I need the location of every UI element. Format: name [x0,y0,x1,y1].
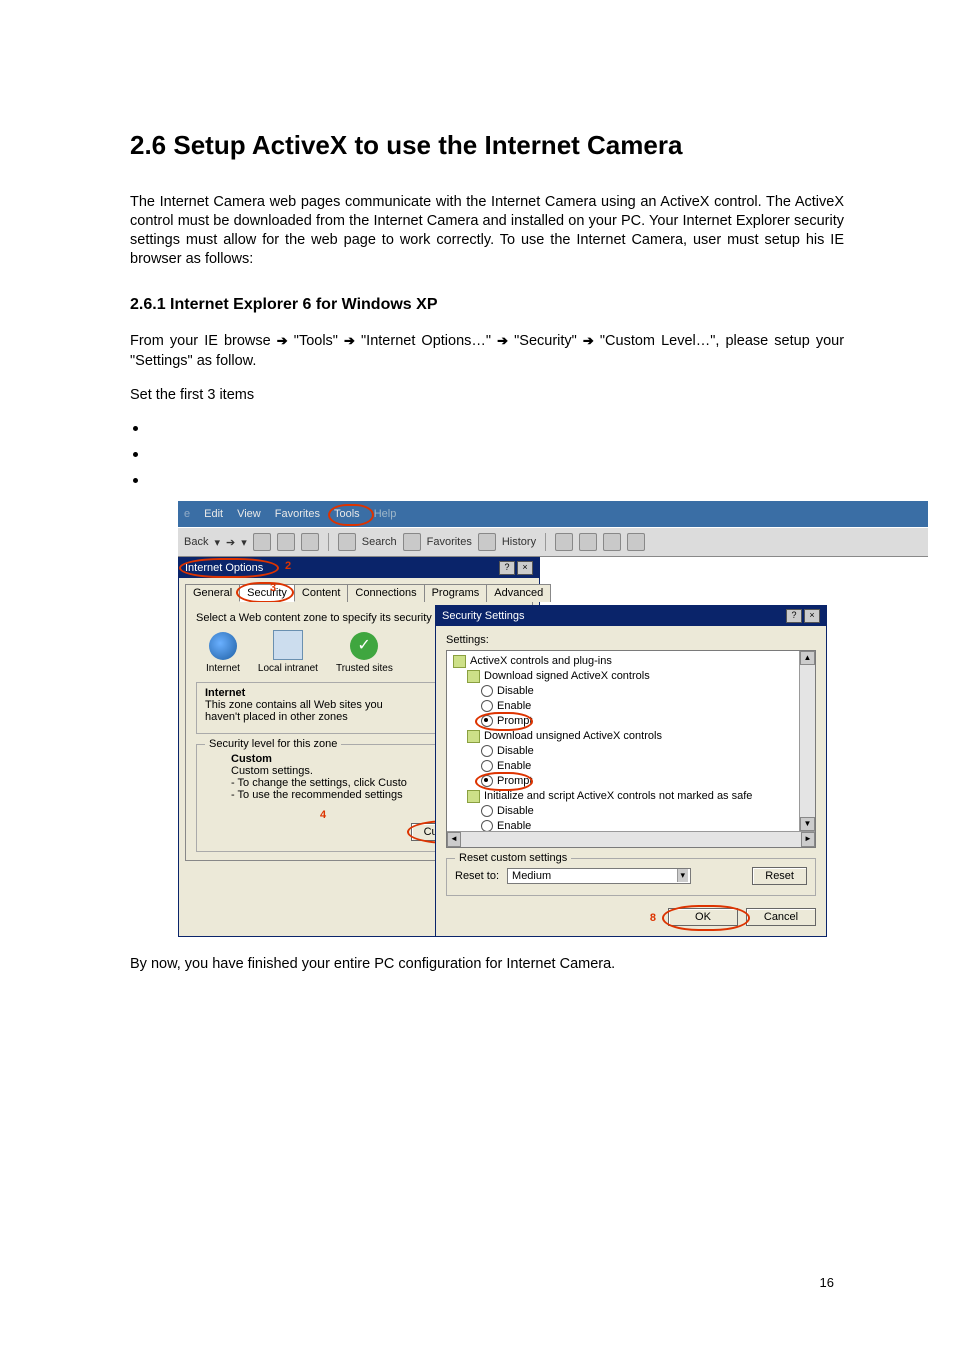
toolbar-history[interactable]: History [502,536,536,548]
tab-connections[interactable]: Connections [347,584,424,602]
search-icon[interactable] [338,533,356,551]
reset-to-label: Reset to: [455,870,499,882]
gear-icon [467,790,480,803]
scroll-left-icon[interactable]: ◄ [447,832,461,847]
list-item: Download signed ActiveX controls [484,670,650,682]
gear-icon [467,670,480,683]
subsection-heading: 2.6.1 Internet Explorer 6 for Windows XP [130,296,844,314]
intranet-icon [273,630,303,660]
zone-internet[interactable]: Internet [206,632,240,674]
menu-favorites[interactable]: Favorites [275,508,320,520]
radio-icon[interactable] [481,805,493,817]
screenshot: e Edit View Favorites Tools Help Back ▾➔… [178,501,928,937]
option-enable: Enable [497,760,531,772]
radio-icon[interactable] [481,685,493,697]
scroll-down-icon[interactable]: ▼ [800,817,815,831]
menu-edit[interactable]: Edit [204,508,223,520]
tab-strip: General Security Content Connections Pro… [179,578,539,602]
nav-part-b: "Tools" [294,333,344,349]
list-item: Download unsigned ActiveX controls [484,730,662,742]
home-icon[interactable] [301,533,319,551]
trusted-icon [350,632,378,660]
edit-icon[interactable] [603,533,621,551]
bullet-list [136,413,844,491]
security-settings-dialog: Security Settings ? × Settings: ActiveX … [435,605,827,937]
arrow-icon: ➔ [277,333,288,348]
settings-listbox[interactable]: ActiveX controls and plug-ins Download s… [446,650,816,848]
help-button[interactable]: ? [499,561,515,575]
toolbar-back[interactable]: Back [184,536,208,548]
favorites-icon[interactable] [403,533,421,551]
option-disable: Disable [497,685,534,697]
nav-part-a: From your IE browse [130,333,277,349]
reset-to-select[interactable]: Medium [507,868,691,884]
radio-icon[interactable] [481,760,493,772]
callout-3: 3 [270,582,276,594]
zone-intranet[interactable]: Local intranet [258,630,318,674]
security-level-label: Security level for this zone [205,738,341,750]
zone-label: Local intranet [258,663,318,674]
bullet-item [150,465,844,491]
option-disable: Disable [497,805,534,817]
gear-icon [467,730,480,743]
reset-button[interactable]: Reset [752,867,807,885]
dialog-title: Security Settings [442,610,525,622]
callout-4: 4 [320,809,326,821]
print-icon[interactable] [579,533,597,551]
closing-paragraph: By now, you have finished your entire PC… [130,955,844,975]
ie-toolbar: Back ▾➔▾ Search Favorites History [178,527,928,557]
close-button[interactable]: × [804,609,820,623]
zone-trusted[interactable]: Trusted sites [336,632,393,674]
toolbar-favorites[interactable]: Favorites [427,536,472,548]
vertical-scrollbar[interactable]: ▲ ▼ [799,651,815,831]
scroll-up-icon[interactable]: ▲ [800,651,815,665]
tab-advanced[interactable]: Advanced [486,584,551,602]
radio-icon[interactable] [481,745,493,757]
menu-help[interactable]: Help [374,508,397,520]
callout-8: 8 [650,912,656,924]
ie-menubar: e Edit View Favorites Tools Help [178,501,928,527]
nav-instruction: From your IE browse ➔ "Tools" ➔ "Interne… [130,332,844,371]
globe-icon [209,632,237,660]
scroll-right-icon[interactable]: ► [801,832,815,847]
option-enable: Enable [497,700,531,712]
history-icon[interactable] [478,533,496,551]
radio-icon[interactable] [481,700,493,712]
reset-group-label: Reset custom settings [455,852,571,864]
arrow-icon: ➔ [583,333,594,348]
nav-part-c: "Internet Options…" [361,333,497,349]
mail-icon[interactable] [555,533,573,551]
tab-content[interactable]: Content [294,584,349,602]
close-button[interactable]: × [517,561,533,575]
gear-icon [453,655,466,668]
intro-paragraph: The Internet Camera web pages communicat… [130,193,844,268]
settings-label: Settings: [446,634,816,646]
horizontal-scrollbar[interactable]: ◄ ► [447,831,815,847]
bullet-item [150,439,844,465]
bullet-item [150,413,844,439]
list-group: ActiveX controls and plug-ins [470,655,612,667]
tab-general[interactable]: General [185,584,240,602]
ss-cancel-button[interactable]: Cancel [746,908,816,926]
tab-programs[interactable]: Programs [424,584,488,602]
zone-label: Internet [206,663,240,674]
toolbar-search[interactable]: Search [362,536,397,548]
nav-part-d: "Security" [514,333,583,349]
menu-view[interactable]: View [237,508,261,520]
section-heading: 2.6 Setup ActiveX to use the Internet Ca… [130,130,844,161]
page-number: 16 [820,1275,834,1290]
msg-icon[interactable] [627,533,645,551]
arrow-icon: ➔ [497,333,508,348]
option-disable: Disable [497,745,534,757]
list-item: Initialize and script ActiveX controls n… [484,790,752,802]
zone-label: Trusted sites [336,663,393,674]
help-button[interactable]: ? [786,609,802,623]
refresh-icon[interactable] [277,533,295,551]
stop-icon[interactable] [253,533,271,551]
arrow-icon: ➔ [344,333,355,348]
callout-2: 2 [285,560,291,572]
set-first-items: Set the first 3 items [130,386,844,406]
